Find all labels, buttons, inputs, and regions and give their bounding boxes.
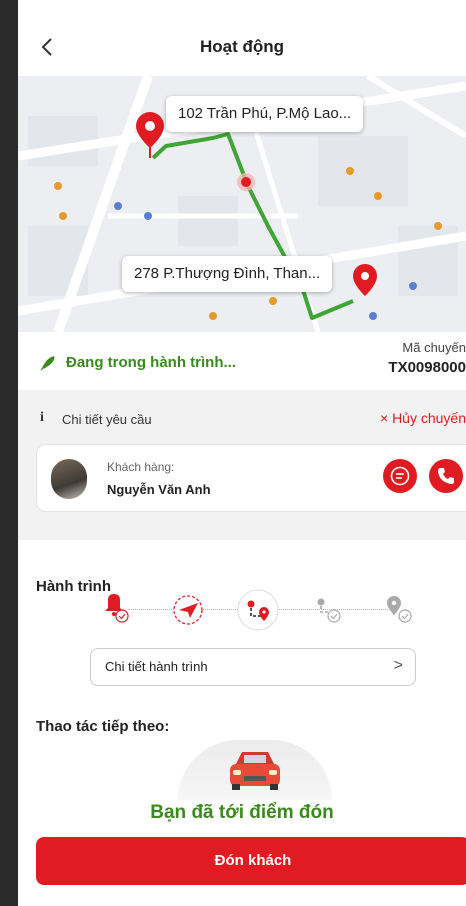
car-icon — [178, 740, 332, 800]
info-icon: i — [40, 410, 44, 425]
dropoff-address-label: 278 P.Thượng Đình, Than... — [122, 256, 333, 292]
phone-icon — [438, 468, 454, 484]
pin-check-icon — [376, 588, 420, 632]
customer-label: Khách hàng: — [107, 460, 175, 474]
trip-code-label: Mã chuyến — [402, 340, 466, 355]
next-action-title: Thao tác tiếp theo: — [36, 718, 170, 735]
window-edge — [0, 0, 18, 906]
message-button[interactable] — [383, 459, 417, 493]
header: Hoạt động — [18, 0, 466, 76]
rocket-icon — [38, 355, 56, 373]
page-title: Hoạt động — [199, 37, 285, 56]
route-check-icon — [306, 588, 350, 632]
customer-name: Nguyễn Văn Anh — [107, 482, 211, 497]
trip-code: TX0098000 — [388, 359, 466, 376]
journey-details-label: Chi tiết hành trình — [105, 659, 208, 674]
route-pin-icon — [236, 588, 280, 632]
message-icon — [390, 466, 410, 486]
trip-status-bar: Đang trong hành trình... Mã chuyến TX009… — [18, 332, 466, 390]
pickup-customer-button[interactable]: Đón khách — [36, 837, 466, 885]
journey-steps — [88, 588, 428, 640]
pickup-address-label: 102 Trần Phú, P.Mộ Lao... — [166, 96, 364, 132]
app-screen: Hoạt động 102 Trần Phú, P.Mộ Lao... 278 … — [18, 0, 466, 906]
request-details-link[interactable]: Chi tiết yêu cầu — [62, 412, 152, 427]
arrival-status-text: Bạn đã tới điểm đón — [150, 802, 334, 823]
bell-check-icon — [94, 588, 138, 632]
request-section: i Chi tiết yêu cầu × Hủy chuyến Khách hà… — [18, 390, 466, 540]
send-icon — [166, 588, 210, 632]
customer-card: Khách hàng: Nguyễn Văn Anh — [36, 444, 466, 512]
avatar — [51, 459, 87, 499]
trip-status-text: Đang trong hành trình... — [66, 354, 236, 371]
map-view[interactable]: 102 Trần Phú, P.Mộ Lao... 278 P.Thượng Đ… — [18, 76, 466, 332]
chevron-right-icon: > — [393, 657, 403, 674]
journey-details-button[interactable]: Chi tiết hành trình > — [90, 648, 416, 686]
call-button[interactable] — [429, 459, 463, 493]
cancel-trip-button[interactable]: × Hủy chuyến — [380, 410, 466, 426]
